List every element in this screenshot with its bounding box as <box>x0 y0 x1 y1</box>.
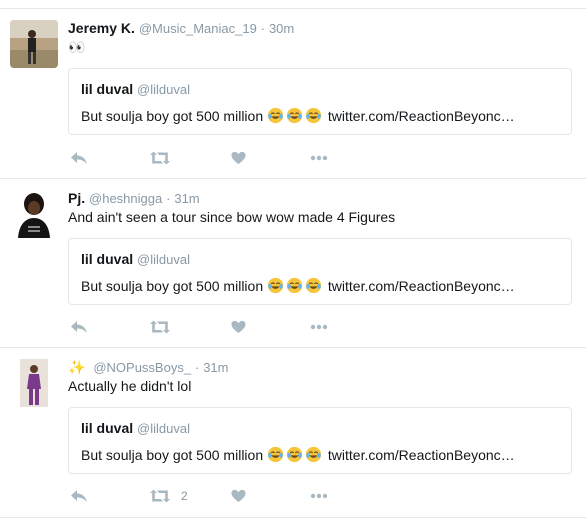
quoted-text-body: But soulja boy got 500 million <box>81 278 264 294</box>
quoted-username: @lilduval <box>137 82 190 97</box>
quoted-display-name: lil duval <box>81 81 134 97</box>
face-with-tears-of-joy-icon <box>267 446 284 463</box>
quoted-tweet[interactable]: lil duval @lilduval But soulja boy got 5… <box>68 238 572 305</box>
timestamp[interactable]: 30m <box>269 21 294 36</box>
reply-icon <box>71 152 87 164</box>
face-with-tears-of-joy-icon <box>267 107 284 124</box>
like-button[interactable] <box>231 148 246 168</box>
display-name[interactable]: Jeremy K. <box>68 20 135 36</box>
quoted-header: lil duval @lilduval <box>81 420 190 436</box>
face-with-tears-of-joy-icon <box>305 107 322 124</box>
quoted-link[interactable]: twitter.com/ReactionBeyonc… <box>328 447 515 463</box>
tweet[interactable]: ✨ @NOPussBoys_ · 31m Actually he didn't … <box>0 348 586 518</box>
more-button[interactable] <box>310 486 328 506</box>
like-button[interactable] <box>231 317 246 337</box>
timestamp[interactable]: 31m <box>174 191 199 206</box>
reply-button[interactable] <box>70 317 88 337</box>
more-button[interactable] <box>310 148 328 168</box>
quoted-text-body: But soulja boy got 500 million <box>81 447 264 463</box>
quoted-username: @lilduval <box>137 421 190 436</box>
heart-icon <box>231 151 246 165</box>
quoted-text: But soulja boy got 500 million twitter.c… <box>81 446 515 463</box>
username[interactable]: @Music_Maniac_19 <box>139 21 257 36</box>
face-with-tears-of-joy-icon <box>305 277 322 294</box>
quoted-link[interactable]: twitter.com/ReactionBeyonc… <box>328 278 515 294</box>
separator: · <box>260 21 266 36</box>
quoted-header: lil duval @lilduval <box>81 81 190 97</box>
quoted-link[interactable]: twitter.com/ReactionBeyonc… <box>328 108 515 124</box>
tweet-header: Jeremy K. @Music_Maniac_19 · 30m <box>68 20 294 36</box>
tweet-text: Actually he didn't lol <box>68 378 192 394</box>
quoted-tweet[interactable]: lil duval @lilduval But soulja boy got 5… <box>68 407 572 474</box>
quoted-text: But soulja boy got 500 million twitter.c… <box>81 107 515 124</box>
face-with-tears-of-joy-icon <box>286 107 303 124</box>
retweet-icon <box>150 489 170 503</box>
heart-icon <box>231 320 246 334</box>
tweet-actions: 2 <box>68 486 368 506</box>
quoted-username: @lilduval <box>137 252 190 267</box>
separator: · <box>194 360 200 375</box>
face-with-tears-of-joy-icon <box>267 277 284 294</box>
like-button[interactable] <box>231 486 246 506</box>
face-with-tears-of-joy-icon <box>286 446 303 463</box>
more-icon <box>310 493 328 499</box>
face-with-tears-of-joy-icon <box>286 277 303 294</box>
divider <box>0 517 586 518</box>
avatar[interactable] <box>10 190 58 238</box>
retweet-button[interactable] <box>149 148 181 168</box>
display-name[interactable]: ✨ <box>68 359 85 375</box>
heart-icon <box>231 489 246 503</box>
quoted-display-name: lil duval <box>81 420 134 436</box>
timestamp[interactable]: 31m <box>203 360 228 375</box>
tweet-header: Pj. @heshnigga · 31m <box>68 190 200 206</box>
tweet-text: And ain't seen a tour since bow wow made… <box>68 209 396 225</box>
tweet[interactable]: Jeremy K. @Music_Maniac_19 · 30m 👀 lil d… <box>0 9 586 179</box>
display-name[interactable]: Pj. <box>68 190 85 206</box>
retweet-button[interactable]: 2 <box>149 486 188 506</box>
username[interactable]: @heshnigga <box>89 191 162 206</box>
face-with-tears-of-joy-icon <box>305 446 322 463</box>
tweet-header: ✨ @NOPussBoys_ · 31m <box>68 359 228 376</box>
tweet-actions <box>68 317 368 337</box>
quoted-text-body: But soulja boy got 500 million <box>81 108 264 124</box>
more-icon <box>310 155 328 161</box>
retweet-icon <box>150 320 170 334</box>
separator: · <box>166 191 171 206</box>
more-icon <box>310 324 328 330</box>
reply-icon <box>71 321 87 333</box>
reply-button[interactable] <box>70 148 88 168</box>
quoted-header: lil duval @lilduval <box>81 251 190 267</box>
reply-button[interactable] <box>70 486 88 506</box>
more-button[interactable] <box>310 317 328 337</box>
avatar[interactable] <box>10 359 58 407</box>
quoted-display-name: lil duval <box>81 251 134 267</box>
retweet-icon <box>150 151 170 165</box>
username[interactable]: @NOPussBoys_ <box>93 360 191 375</box>
retweet-button[interactable] <box>149 317 181 337</box>
reply-icon <box>71 490 87 502</box>
avatar[interactable] <box>10 20 58 68</box>
tweet-actions <box>68 148 368 168</box>
quoted-tweet[interactable]: lil duval @lilduval But soulja boy got 5… <box>68 68 572 135</box>
timeline: Jeremy K. @Music_Maniac_19 · 30m 👀 lil d… <box>0 0 586 528</box>
retweet-count: 2 <box>181 489 188 503</box>
tweet[interactable]: Pj. @heshnigga · 31m And ain't seen a to… <box>0 179 586 348</box>
quoted-text: But soulja boy got 500 million twitter.c… <box>81 277 515 294</box>
tweet-text: 👀 <box>68 39 86 55</box>
